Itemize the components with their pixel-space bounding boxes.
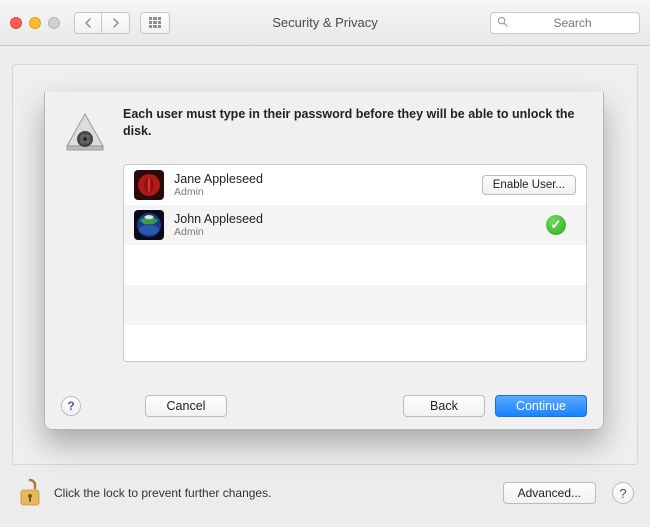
filevault-icon [61,106,109,154]
user-list: Jane Appleseed Admin Enable User... [123,164,587,362]
close-window-button[interactable] [10,17,22,29]
search-field[interactable] [490,12,640,34]
empty-row [124,325,586,362]
user-info: John Appleseed Admin [174,212,263,238]
list-item[interactable]: Jane Appleseed Admin Enable User... [124,165,586,205]
preference-pane: Click the lock to prevent further change… [0,46,650,527]
avatar [134,170,164,200]
sheet-help-button[interactable]: ? [61,396,81,416]
back-sheet-button[interactable]: Back [403,395,485,417]
cancel-button[interactable]: Cancel [145,395,227,417]
back-button[interactable] [74,12,102,34]
filevault-user-sheet: Each user must type in their password be… [44,92,604,430]
list-item[interactable]: John Appleseed Admin ✓ [124,205,586,245]
sheet-message: Each user must type in their password be… [123,106,587,140]
zoom-window-button [48,17,60,29]
empty-row [124,285,586,325]
user-role: Admin [174,226,263,238]
grid-icon [149,17,161,29]
user-role: Admin [174,186,263,198]
avatar [134,210,164,240]
user-name: John Appleseed [174,212,263,226]
search-input[interactable] [512,16,633,30]
search-icon [497,16,508,30]
window-controls [10,17,60,29]
advanced-button[interactable]: Advanced... [503,482,596,504]
unlocked-padlock-icon [17,478,43,508]
chevron-right-icon [112,18,120,28]
pane-footer: Click the lock to prevent further change… [16,473,634,513]
chevron-left-icon [84,18,92,28]
sheet-header: Each user must type in their password be… [61,106,587,154]
nav-buttons [74,12,130,34]
window-titlebar: Security & Privacy [0,0,650,46]
forward-button[interactable] [102,12,130,34]
show-all-button[interactable] [140,12,170,34]
lock-description: Click the lock to prevent further change… [54,486,271,500]
lock-button[interactable] [16,477,44,509]
user-name: Jane Appleseed [174,172,263,186]
user-info: Jane Appleseed Admin [174,172,263,198]
minimize-window-button[interactable] [29,17,41,29]
help-button[interactable]: ? [612,482,634,504]
enable-user-button[interactable]: Enable User... [482,175,576,195]
continue-button[interactable]: Continue [495,395,587,417]
empty-row [124,245,586,285]
sheet-footer: ? Cancel Back Continue [61,387,587,417]
enabled-check-icon: ✓ [546,215,566,235]
